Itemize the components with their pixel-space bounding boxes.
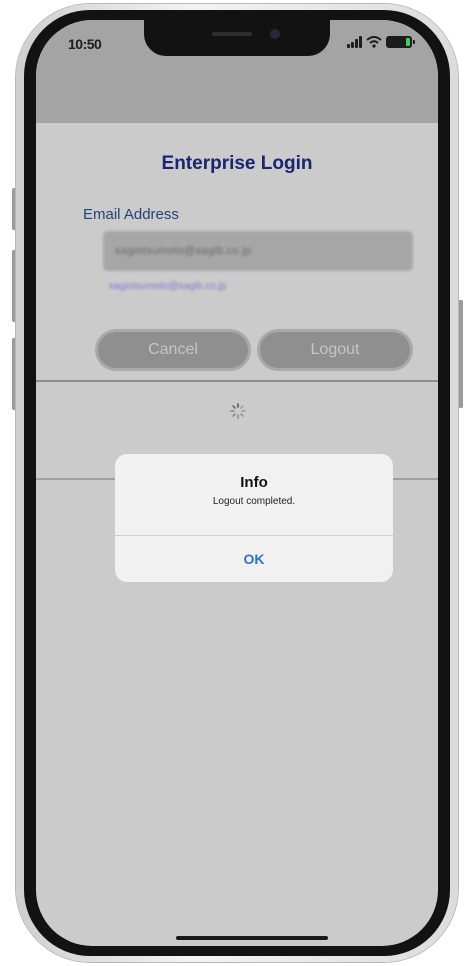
logout-button[interactable]: Logout — [260, 332, 410, 368]
button-row: Cancel Logout — [98, 332, 410, 368]
status-time: 10:50 — [68, 36, 102, 52]
info-alert-dialog: Info Logout completed. OK — [115, 454, 393, 582]
alert-message: Logout completed. — [212, 496, 296, 507]
cancel-button[interactable]: Cancel — [98, 332, 248, 368]
section-divider — [36, 380, 438, 382]
notch — [144, 20, 330, 56]
email-field[interactable]: sagiotsumoto@sagib.co.jp — [103, 231, 413, 271]
ok-button[interactable]: OK — [115, 536, 393, 582]
spinner-icon — [230, 403, 246, 419]
speaker-grille — [212, 32, 252, 36]
login-content: Enterprise Login Email Address sagiotsum… — [36, 123, 438, 946]
navigation-bar: 10:50 — [36, 20, 438, 123]
battery-level — [406, 38, 410, 46]
phone-screen: 10:50 Enterprise Login Email Address sag… — [36, 20, 438, 946]
page-title: Enterprise Login — [161, 153, 313, 174]
power-button — [458, 300, 463, 408]
home-indicator[interactable] — [176, 936, 328, 940]
email-label: Email Address — [83, 206, 179, 223]
front-camera — [270, 29, 280, 39]
email-link[interactable]: sagiotsumoto@sagib.co.jp — [109, 281, 226, 292]
status-icons — [347, 36, 415, 48]
wifi-icon — [366, 36, 382, 48]
alert-title: Info — [240, 474, 268, 491]
signal-icon — [347, 36, 362, 48]
battery-icon — [386, 36, 415, 48]
